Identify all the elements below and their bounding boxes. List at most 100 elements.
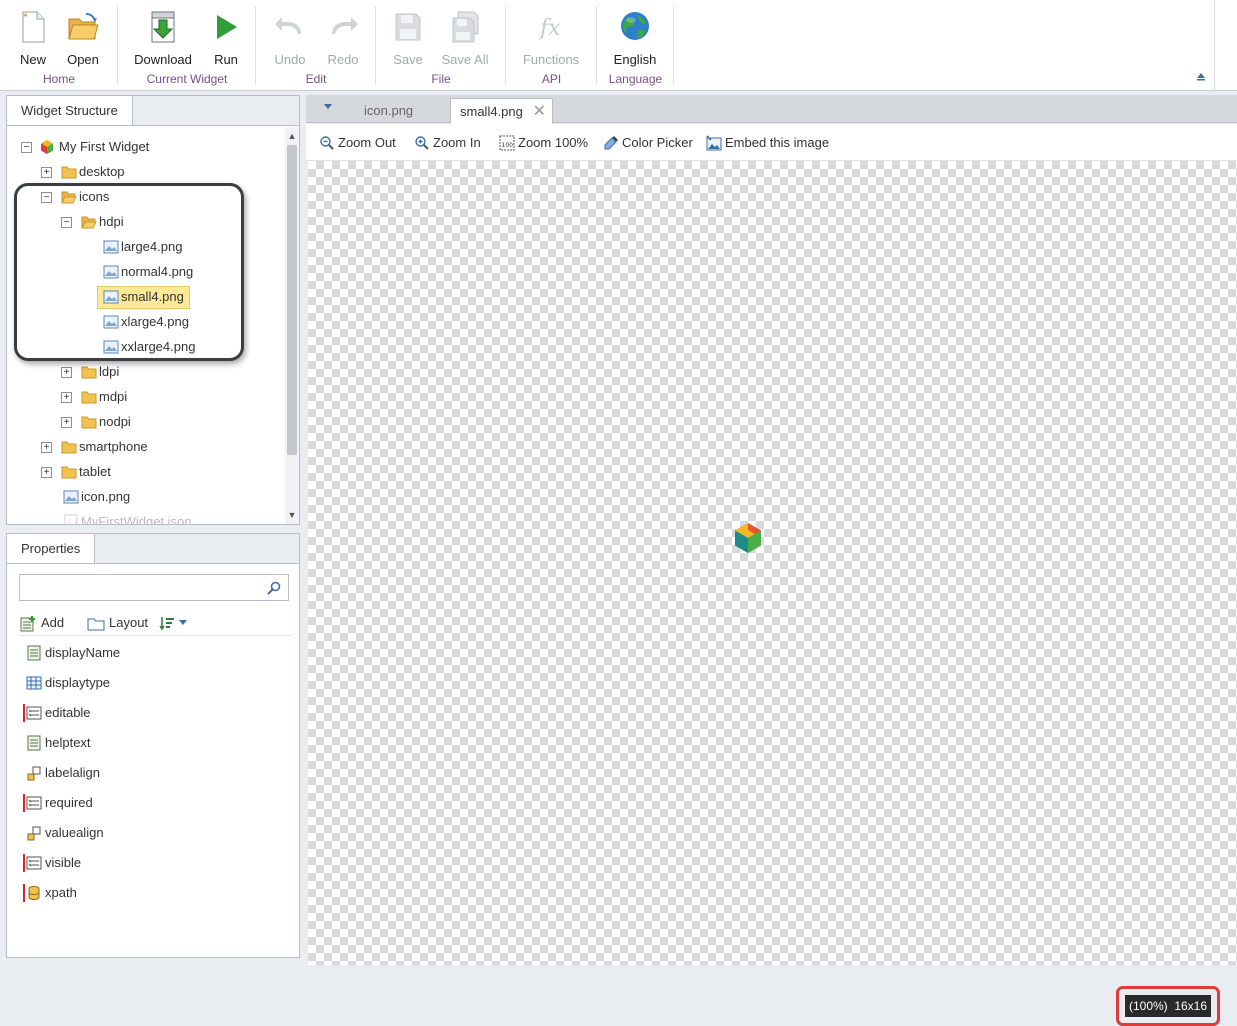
folder-icon bbox=[81, 366, 97, 379]
layout-icon bbox=[87, 618, 105, 631]
run-button[interactable]: Run bbox=[201, 10, 251, 68]
layout-label: Layout bbox=[109, 615, 149, 630]
tab-properties[interactable]: Properties bbox=[6, 533, 96, 563]
save-all-button[interactable]: Save All bbox=[440, 10, 490, 68]
ribbon-group-home: ✶ New Open Home bbox=[0, 0, 118, 90]
image-canvas[interactable]: (100%) 16x16 bbox=[308, 161, 1237, 1026]
zoom-out-icon bbox=[320, 136, 334, 150]
ribbon-group-current-widget: Download Run Current Widget bbox=[118, 0, 256, 90]
tree-node-ldpi[interactable]: + ldpi bbox=[7, 362, 277, 382]
tree-node-label: desktop bbox=[79, 164, 125, 179]
required-marker bbox=[23, 884, 25, 902]
expand-icon[interactable]: + bbox=[61, 367, 72, 378]
add-icon bbox=[20, 616, 35, 632]
tab-small4-png[interactable]: small4.png ✕ bbox=[450, 98, 553, 124]
open-button[interactable]: Open bbox=[58, 10, 108, 68]
ribbon-separator bbox=[673, 6, 674, 84]
collapse-ribbon-button[interactable] bbox=[1194, 68, 1208, 82]
expand-icon[interactable]: + bbox=[41, 467, 52, 478]
expand-icon[interactable]: + bbox=[41, 167, 52, 178]
folder-icon bbox=[61, 466, 77, 479]
zoom-out-button[interactable]: Zoom Out bbox=[319, 133, 405, 153]
image-file-icon bbox=[63, 490, 79, 504]
layout-button[interactable]: Layout bbox=[87, 612, 149, 634]
tree-node-label: mdpi bbox=[99, 389, 128, 404]
expand-icon[interactable]: + bbox=[61, 417, 72, 428]
ribbon-group-language-label: Language bbox=[608, 72, 663, 86]
expand-icon[interactable]: + bbox=[61, 392, 72, 403]
tree-node-label: tablet bbox=[79, 464, 111, 479]
functions-icon: fx bbox=[526, 10, 576, 46]
open-label: Open bbox=[67, 52, 99, 67]
download-button[interactable]: Download bbox=[134, 10, 192, 68]
svg-text:100: 100 bbox=[502, 142, 514, 149]
ribbon-group-edit-label: Edit bbox=[305, 72, 327, 86]
tree-node-label: My First Widget bbox=[59, 139, 150, 154]
annotation-highlight-box bbox=[14, 183, 244, 361]
close-icon[interactable]: ✕ bbox=[533, 99, 546, 125]
tab-label: small4.png bbox=[460, 104, 523, 119]
tree-node-myfirstwidget-json[interactable]: { } MyFirstWidget.json bbox=[7, 512, 277, 524]
document-tabs: icon.png small4.png ✕ bbox=[306, 95, 1237, 124]
ribbon-group-api: fx Functions API bbox=[506, 0, 597, 90]
tree-node-desktop[interactable]: + desktop bbox=[7, 162, 277, 182]
zoom-100-icon: 100 bbox=[499, 135, 515, 151]
tab-icon-png[interactable]: icon.png bbox=[358, 98, 448, 124]
tree-node-smartphone[interactable]: + smartphone bbox=[7, 437, 277, 457]
language-button[interactable]: English bbox=[610, 10, 660, 68]
zoom-100-button[interactable]: 100 Zoom 100% bbox=[499, 133, 591, 153]
widget-icon bbox=[41, 140, 53, 154]
ribbon-group-api-label: API bbox=[541, 72, 562, 86]
color-picker-label: Color Picker bbox=[622, 135, 693, 150]
embed-image-label: Embed this image bbox=[725, 135, 830, 150]
zoom-in-button[interactable]: Zoom In bbox=[414, 133, 486, 153]
folder-icon bbox=[81, 416, 97, 429]
image-size: 16x16 bbox=[1174, 999, 1208, 1013]
save-button[interactable]: Save bbox=[383, 10, 433, 68]
collapse-icon[interactable]: − bbox=[21, 142, 32, 153]
add-label: Add bbox=[41, 615, 65, 630]
download-icon bbox=[138, 10, 188, 46]
zoom-status-badge: (100%) 16x16 bbox=[1125, 995, 1211, 1017]
functions-button[interactable]: fx Functions bbox=[523, 10, 579, 68]
required-marker bbox=[23, 794, 25, 812]
option-field-icon bbox=[26, 706, 42, 720]
tree-node-mdpi[interactable]: + mdpi bbox=[7, 387, 277, 407]
expand-icon[interactable]: + bbox=[41, 442, 52, 453]
embed-image-icon bbox=[706, 135, 722, 151]
scroll-down-icon[interactable]: ▼ bbox=[287, 510, 297, 520]
tabs-menu-icon[interactable] bbox=[324, 104, 332, 109]
sort-dropdown-button[interactable] bbox=[159, 612, 191, 634]
tree-scrollbar[interactable]: ▲ ▼ bbox=[285, 127, 299, 524]
scrollbar-thumb[interactable] bbox=[287, 145, 297, 455]
chevron-up-icon bbox=[1197, 73, 1205, 81]
database-icon bbox=[28, 886, 40, 901]
align-field-icon bbox=[27, 826, 41, 841]
properties-search-input[interactable] bbox=[19, 574, 289, 601]
property-label: displaytype bbox=[45, 675, 111, 690]
text-field-icon bbox=[27, 645, 41, 661]
scroll-up-icon[interactable]: ▲ bbox=[287, 131, 297, 141]
redo-button[interactable]: Redo bbox=[318, 10, 368, 68]
folder-icon bbox=[61, 441, 77, 454]
undo-icon bbox=[265, 10, 315, 46]
ribbon-group-current-widget-label: Current Widget bbox=[146, 72, 228, 86]
required-marker bbox=[23, 854, 25, 872]
tree-node-tablet[interactable]: + tablet bbox=[7, 462, 277, 482]
tree-node-icon-png[interactable]: icon.png bbox=[7, 487, 277, 507]
image-editor: icon.png small4.png ✕ Zoom Out Zoom In 1… bbox=[306, 95, 1237, 1026]
tree-node-my-first-widget[interactable]: − My First Widget bbox=[7, 137, 277, 157]
save-icon bbox=[383, 10, 433, 46]
tree-node-nodpi[interactable]: + nodpi bbox=[7, 412, 277, 432]
run-label: Run bbox=[214, 52, 238, 67]
open-folder-icon bbox=[58, 10, 108, 46]
add-property-button[interactable]: Add bbox=[19, 612, 74, 634]
ribbon-group-edit: Undo Redo Edit bbox=[256, 0, 376, 90]
new-document-icon: ✶ bbox=[8, 10, 58, 46]
tab-widget-structure[interactable]: Widget Structure bbox=[6, 95, 133, 125]
properties-panel: Properties Add Layout displayName displa… bbox=[6, 533, 300, 958]
color-picker-button[interactable]: Color Picker bbox=[603, 133, 693, 153]
run-icon bbox=[201, 10, 251, 46]
tree-node-label: icon.png bbox=[81, 489, 131, 504]
embed-image-button[interactable]: Embed this image bbox=[706, 133, 830, 153]
